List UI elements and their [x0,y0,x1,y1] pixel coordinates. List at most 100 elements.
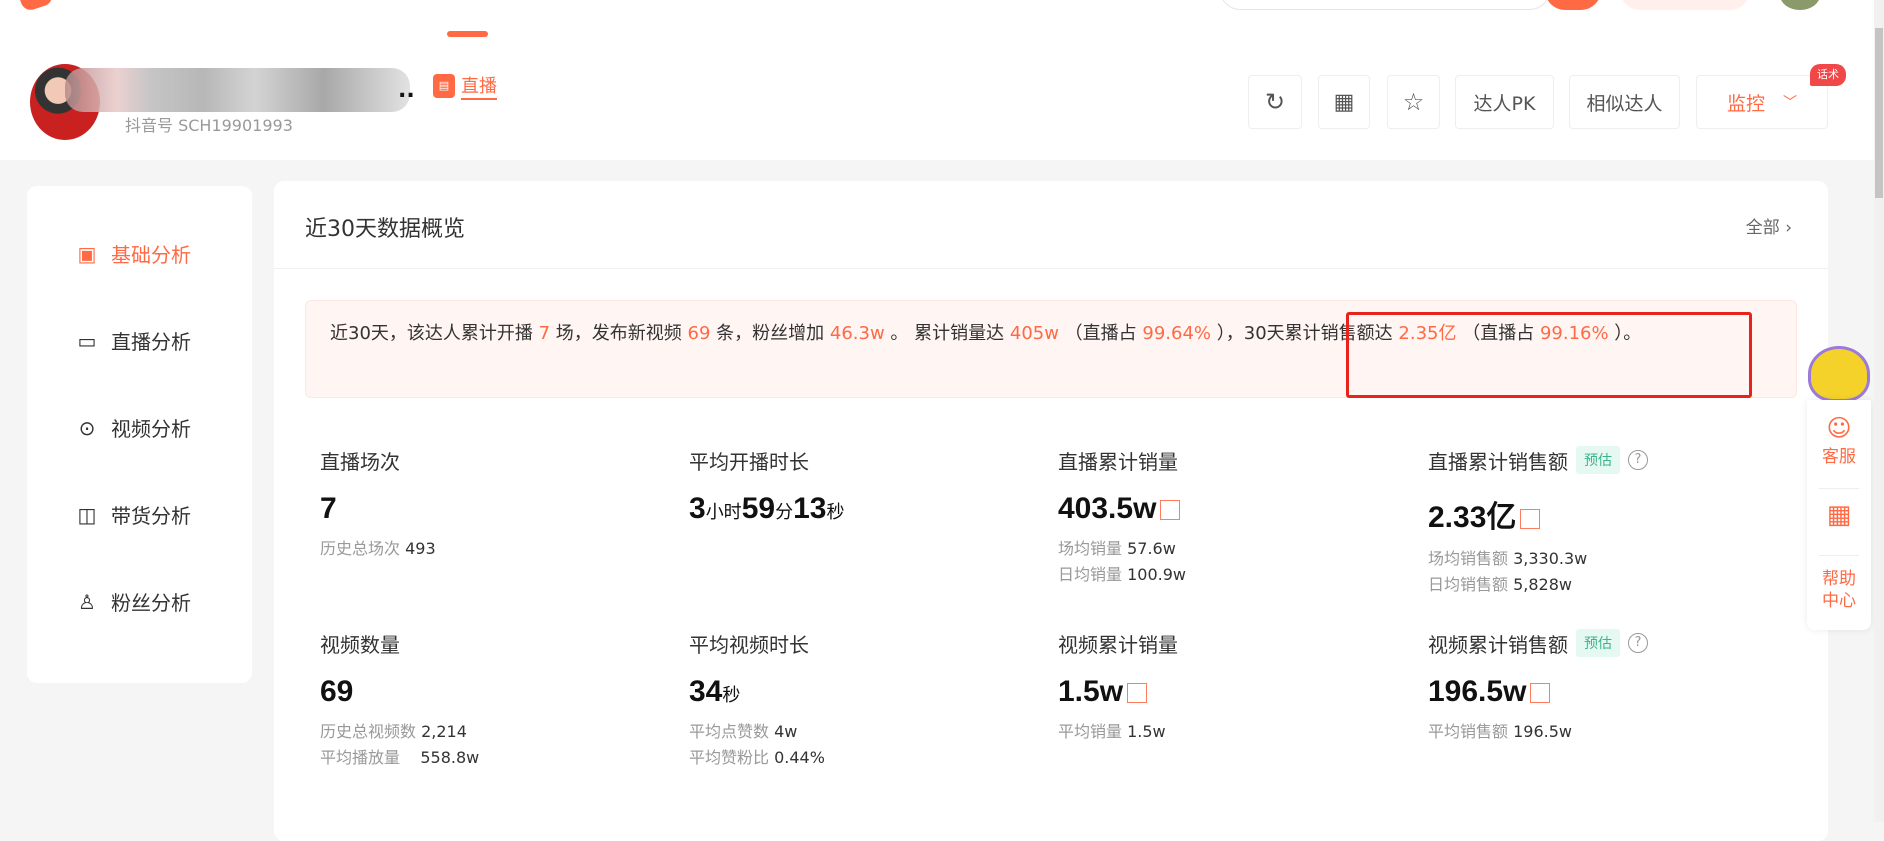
qrcode-button[interactable]: ▦ [1318,75,1370,129]
similar-button[interactable]: 相似达人 [1569,75,1680,129]
stat-video-gmv: 视频累计销售额 预估? 196.5w 平均销售额 196.5w [1428,629,1648,745]
monitor-label: 监控 [1726,92,1765,115]
stat-sub-label: 平均播放量 [320,748,401,767]
bar-chart-icon: ▣ [77,241,97,266]
stat-title: 直播累计销售额 [1428,449,1568,474]
refresh-icon: ↻ [1264,88,1286,116]
stat-title: 平均视频时长 [689,632,809,657]
stat-live-gmv: 直播累计销售额 预估? 2.33亿 场均销售额 3,330.3w 日均销售额 5,8… [1428,446,1648,598]
sidebar: ▣ 基础分析 ▭ 直播分析 ⊙ 视频分析 ◫ 带货分析 ♙ 粉丝分析 [27,186,252,683]
estimate-tag: 预估 [1576,629,1620,657]
stat-live-sales: 直播累计销量 403.5w 场均销量 57.6w 日均销量 100.9w [1058,446,1186,588]
pk-button[interactable]: 达人PK [1455,75,1554,129]
user-avatar[interactable] [1780,0,1820,10]
stat-sub-label: 日均销售额 [1428,575,1509,594]
stat-value: 69 [320,675,354,708]
header: .. 抖音号 SCH19901993 ▤ 直播 ↻ ▦ ☆ 达人PK 相似达人 … [0,0,1884,160]
user-icon: ♙ [78,589,96,614]
mascot-icon[interactable] [1808,346,1870,402]
summary-text: 近30天，该达人累计开播 [330,323,539,344]
qrcode-icon: ▦ [1333,89,1355,115]
sidebar-item-goods[interactable]: ◫ 带货分析 [77,500,191,529]
divider [1819,488,1859,489]
sidebar-item-live[interactable]: ▭ 直播分析 [77,326,191,355]
trend-icon[interactable] [1520,509,1541,529]
stat-sub-label: 场均销售额 [1428,549,1509,568]
stat-sub-label: 日均销量 [1058,565,1123,584]
stat-sub-value: 493 [405,539,436,558]
summary-text: 场，发布新视频 [550,323,688,344]
live-tag: 直播 [461,72,497,100]
headset-icon: ☺ [1826,414,1852,442]
sidebar-item-video[interactable]: ⊙ 视频分析 [77,413,191,442]
search-button[interactable] [1545,0,1601,10]
stat-sub-label: 平均销量 [1058,722,1123,741]
favorite-button[interactable]: ☆ [1387,75,1440,129]
sidebar-item-label: 直播分析 [111,330,191,354]
stat-unit: 小时 [705,502,742,522]
refresh-button[interactable]: ↻ [1248,75,1302,129]
stat-sub-value: 100.9w [1127,565,1186,584]
stat-value: 34 [689,675,723,708]
qrcode-icon: ▦ [1826,500,1852,530]
logo[interactable] [17,0,55,13]
trend-icon[interactable] [1160,500,1181,520]
divider [1819,555,1859,556]
blurred-name [65,68,410,112]
sidebar-item-fans[interactable]: ♙ 粉丝分析 [77,587,191,616]
summary-text: 条，粉丝增加 [710,323,830,344]
stat-sub-value: 0.44% [774,748,825,767]
stat-sub-label: 场均销量 [1058,539,1123,558]
divider [274,268,1828,269]
page-title: 近30天数据概览 [305,217,465,242]
stat-sub-value: 558.8w [420,748,480,767]
name-ellipsis: .. [398,78,415,103]
stat-sub-label: 平均赞粉比 [689,748,770,767]
stat-title: 直播累计销量 [1058,449,1178,474]
view-all-link[interactable]: 全部 › [1746,213,1792,238]
stat-sub-value: 196.5w [1513,722,1572,741]
summary-fans: 46.3w [829,323,885,344]
sidebar-item-label: 带货分析 [111,504,191,528]
stat-video-count: 视频数量 69 历史总视频数 2,214 平均播放量 558.8w [320,629,479,771]
customer-service-button[interactable]: ☺ 客服 [1807,414,1871,467]
douyin-id: 抖音号 SCH19901993 [125,116,293,135]
stat-value: 59 [741,492,776,525]
top-action-button[interactable] [1620,0,1750,10]
stat-value: 3 [689,492,706,525]
store-icon: ▤ [433,74,455,98]
stat-sub-label: 平均点赞数 [689,722,770,741]
scrollbar[interactable] [1874,0,1884,822]
customer-service-label: 客服 [1822,447,1856,467]
stat-value: 196.5w [1428,675,1527,708]
stat-value: 13 [793,492,827,525]
chevron-down-icon: ﹀ [1783,95,1797,111]
trend-icon[interactable] [1530,683,1551,703]
view-all-label: 全部 [1745,218,1780,238]
help-icon[interactable]: ? [1628,450,1648,470]
sidebar-item-label: 粉丝分析 [111,591,191,615]
scrollbar-thumb[interactable] [1875,28,1883,198]
stat-title: 视频累计销售额 [1428,632,1568,657]
script-badge: 话术 [1810,64,1846,86]
trend-icon[interactable] [1127,683,1148,703]
stat-sub-value: 3,330.3w [1513,549,1588,568]
stat-sub-value: 1.5w [1127,722,1166,741]
help-icon[interactable]: ? [1628,633,1648,653]
stat-value: 2.33亿 [1428,501,1517,534]
live-icon: ▭ [77,328,97,353]
sidebar-item-basic[interactable]: ▣ 基础分析 [77,239,191,268]
monitor-button[interactable]: 监控 ﹀ [1696,75,1828,129]
stat-sub-value: 5,828w [1513,575,1572,594]
sidebar-item-label: 视频分析 [111,417,191,441]
stat-unit: 秒 [826,502,845,522]
stat-avg-live-duration: 平均开播时长 3 小时 59 分 13 秒 [689,446,844,526]
stat-sub-value: 4w [774,722,798,741]
estimate-tag: 预估 [1576,446,1620,474]
qrcode-float-button[interactable]: ▦ [1807,500,1871,530]
help-center-button[interactable]: 帮助中心 [1822,568,1856,612]
bag-icon: ◫ [77,502,97,527]
search-input[interactable] [1220,0,1550,10]
stat-title: 平均开播时长 [689,449,809,474]
stat-avg-video-duration: 平均视频时长 34 秒 平均点赞数 4w 平均赞粉比 0.44% [689,629,825,771]
